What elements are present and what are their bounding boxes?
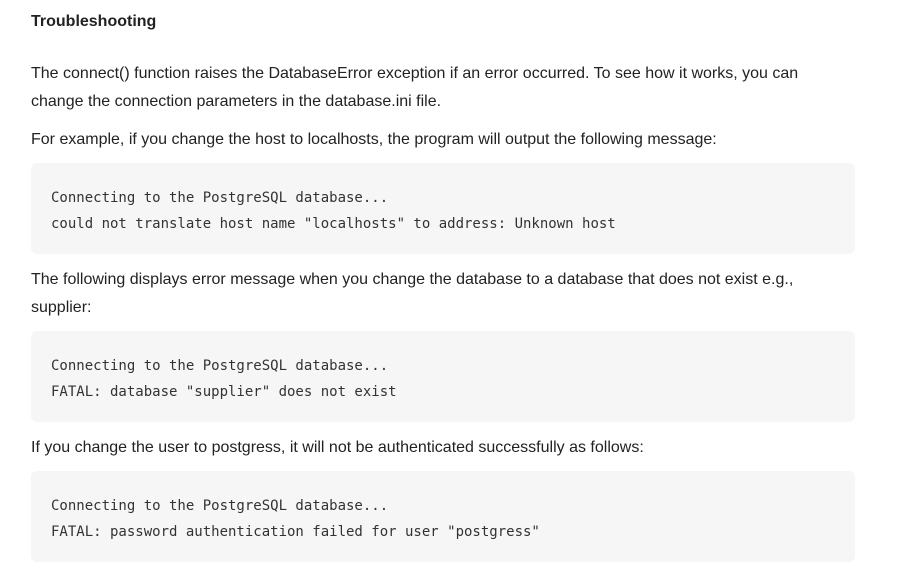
code-line: could not translate host name "localhost… [51, 216, 616, 232]
database-example-paragraph: The following displays error message whe… [31, 271, 794, 316]
host-example-paragraph: For example, if you change the host to l… [31, 131, 717, 148]
section-heading: Troubleshooting [31, 13, 157, 30]
user-example-paragraph: If you change the user to postgress, it … [31, 439, 644, 456]
code-line: Connecting to the PostgreSQL database... [51, 358, 389, 374]
intro-paragraph: The connect() function raises the Databa… [31, 65, 799, 110]
code-block-host-error[interactable]: Connecting to the PostgreSQL database...… [31, 163, 855, 254]
code-block-auth-error[interactable]: Connecting to the PostgreSQL database...… [31, 471, 855, 562]
code-line: Connecting to the PostgreSQL database... [51, 190, 389, 206]
code-line: FATAL: database "supplier" does not exis… [51, 384, 397, 400]
code-block-database-error[interactable]: Connecting to the PostgreSQL database...… [31, 331, 855, 422]
code-line: FATAL: password authentication failed fo… [51, 524, 540, 540]
code-line: Connecting to the PostgreSQL database... [51, 498, 389, 514]
